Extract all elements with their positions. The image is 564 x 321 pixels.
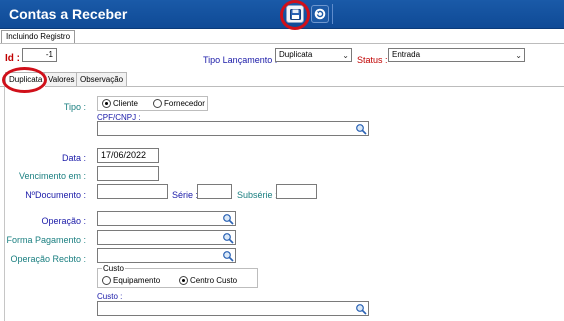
undo-button[interactable]	[311, 5, 329, 23]
highlight-ring-tab	[2, 67, 47, 93]
radio-equipamento-label: Equipamento	[113, 276, 161, 285]
forma-pagamento-field[interactable]	[97, 230, 236, 245]
custo-group-label: Custo	[102, 264, 125, 273]
panel-left-border	[4, 87, 5, 321]
cpf-cnpj-field[interactable]	[97, 121, 369, 136]
numero-documento-field[interactable]	[97, 184, 168, 199]
radio-selected-icon	[179, 276, 188, 285]
contas-a-receber-window: Contas a Receber Incluindo Registro Id :…	[0, 0, 564, 321]
subserie-label: Subsérie :	[237, 190, 278, 200]
undo-icon	[314, 8, 326, 20]
toolbar-separator	[332, 4, 333, 24]
radio-unselected-icon	[153, 99, 162, 108]
radio-centro-custo-label: Centro Custo	[190, 276, 238, 285]
custo-field[interactable]	[97, 301, 369, 316]
operacao-field[interactable]	[97, 211, 236, 226]
operacao-label: Operação :	[41, 216, 86, 226]
tabs-divider	[0, 86, 564, 87]
custo-label: Custo :	[97, 292, 123, 301]
data-label: Data :	[61, 153, 86, 163]
search-icon[interactable]	[222, 232, 234, 244]
vencimento-field[interactable]	[97, 166, 159, 181]
data-field[interactable]: 17/06/2022	[97, 148, 159, 163]
status-select[interactable]: Entrada ⌄	[388, 48, 525, 62]
window-title: Contas a Receber	[9, 6, 128, 22]
radio-fornecedor-label: Fornecedor	[164, 99, 205, 108]
search-icon[interactable]	[355, 303, 367, 315]
tipo-lancamento-value: Duplicata	[279, 50, 313, 59]
numero-documento-label: NºDocumento :	[25, 190, 86, 200]
search-icon[interactable]	[222, 213, 234, 225]
radio-cliente-label: Cliente	[113, 99, 138, 108]
serie-label: Série :	[172, 190, 199, 200]
chevron-down-icon: ⌄	[342, 51, 349, 60]
serie-field[interactable]	[197, 184, 232, 199]
id-field[interactable]: -1	[22, 48, 57, 62]
radio-selected-icon	[102, 99, 111, 108]
vencimento-label: Vencimento em :	[18, 171, 86, 181]
tipo-lancamento-select[interactable]: Duplicata ⌄	[275, 48, 352, 62]
radio-fornecedor[interactable]: Fornecedor	[153, 99, 205, 108]
forma-pagamento-label: Forma Pagamento :	[6, 235, 86, 245]
search-icon[interactable]	[355, 123, 367, 135]
radio-equipamento[interactable]: Equipamento	[102, 276, 160, 285]
tipo-label: Tipo :	[63, 102, 86, 112]
operacao-recbto-field[interactable]	[97, 248, 236, 263]
tab-valores[interactable]: Valores	[44, 72, 79, 86]
chevron-down-icon: ⌄	[515, 51, 522, 60]
record-status-tab: Incluindo Registro	[1, 30, 76, 43]
status-value: Entrada	[392, 50, 421, 59]
subserie-field[interactable]	[276, 184, 317, 199]
radio-cliente[interactable]: Cliente	[102, 99, 138, 108]
status-label: Status :	[357, 55, 388, 65]
title-bar: Contas a Receber	[0, 0, 564, 30]
tab-observacao[interactable]: Observação	[76, 72, 128, 86]
radio-centro-custo[interactable]: Centro Custo	[179, 276, 237, 285]
search-icon[interactable]	[222, 250, 234, 262]
operacao-recbto-label: Operação Recbto :	[10, 254, 86, 264]
status-divider	[0, 43, 564, 44]
highlight-ring-save	[280, 0, 310, 30]
tipo-lancamento-label: Tipo Lançamento :	[203, 55, 278, 65]
radio-unselected-icon	[102, 276, 111, 285]
id-label: Id :	[5, 53, 20, 64]
